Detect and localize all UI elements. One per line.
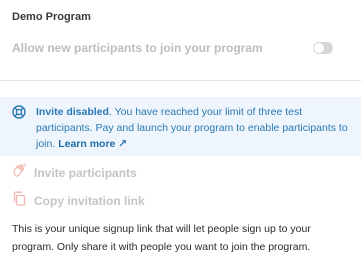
invite-participants-label: Invite participants <box>34 166 137 180</box>
notice-title: Invite disabled <box>36 106 109 118</box>
learn-more-label: Learn more <box>58 138 116 150</box>
copy-invitation-link-label: Copy invitation link <box>34 194 145 208</box>
allow-participants-label: Allow new participants to join your prog… <box>12 41 263 55</box>
divider <box>0 80 361 81</box>
hand-wave-icon <box>12 163 27 183</box>
learn-more-link[interactable]: Learn more ↗ <box>58 138 127 150</box>
copy-icon <box>12 191 27 211</box>
toggle-knob <box>314 43 324 53</box>
lifebuoy-icon <box>12 105 26 124</box>
allow-participants-row: Allow new participants to join your prog… <box>12 41 333 55</box>
external-link-icon: ↗ <box>118 138 128 150</box>
invite-disabled-notice: Invite disabled. You have reached your l… <box>0 97 361 156</box>
signup-link-description: This is your unique signup link that wil… <box>12 223 311 253</box>
section-title: Demo Program <box>12 11 91 23</box>
copy-invitation-link-button[interactable]: Copy invitation link <box>12 191 145 211</box>
allow-participants-toggle[interactable] <box>313 42 333 54</box>
invite-participants-button[interactable]: Invite participants <box>12 163 137 183</box>
